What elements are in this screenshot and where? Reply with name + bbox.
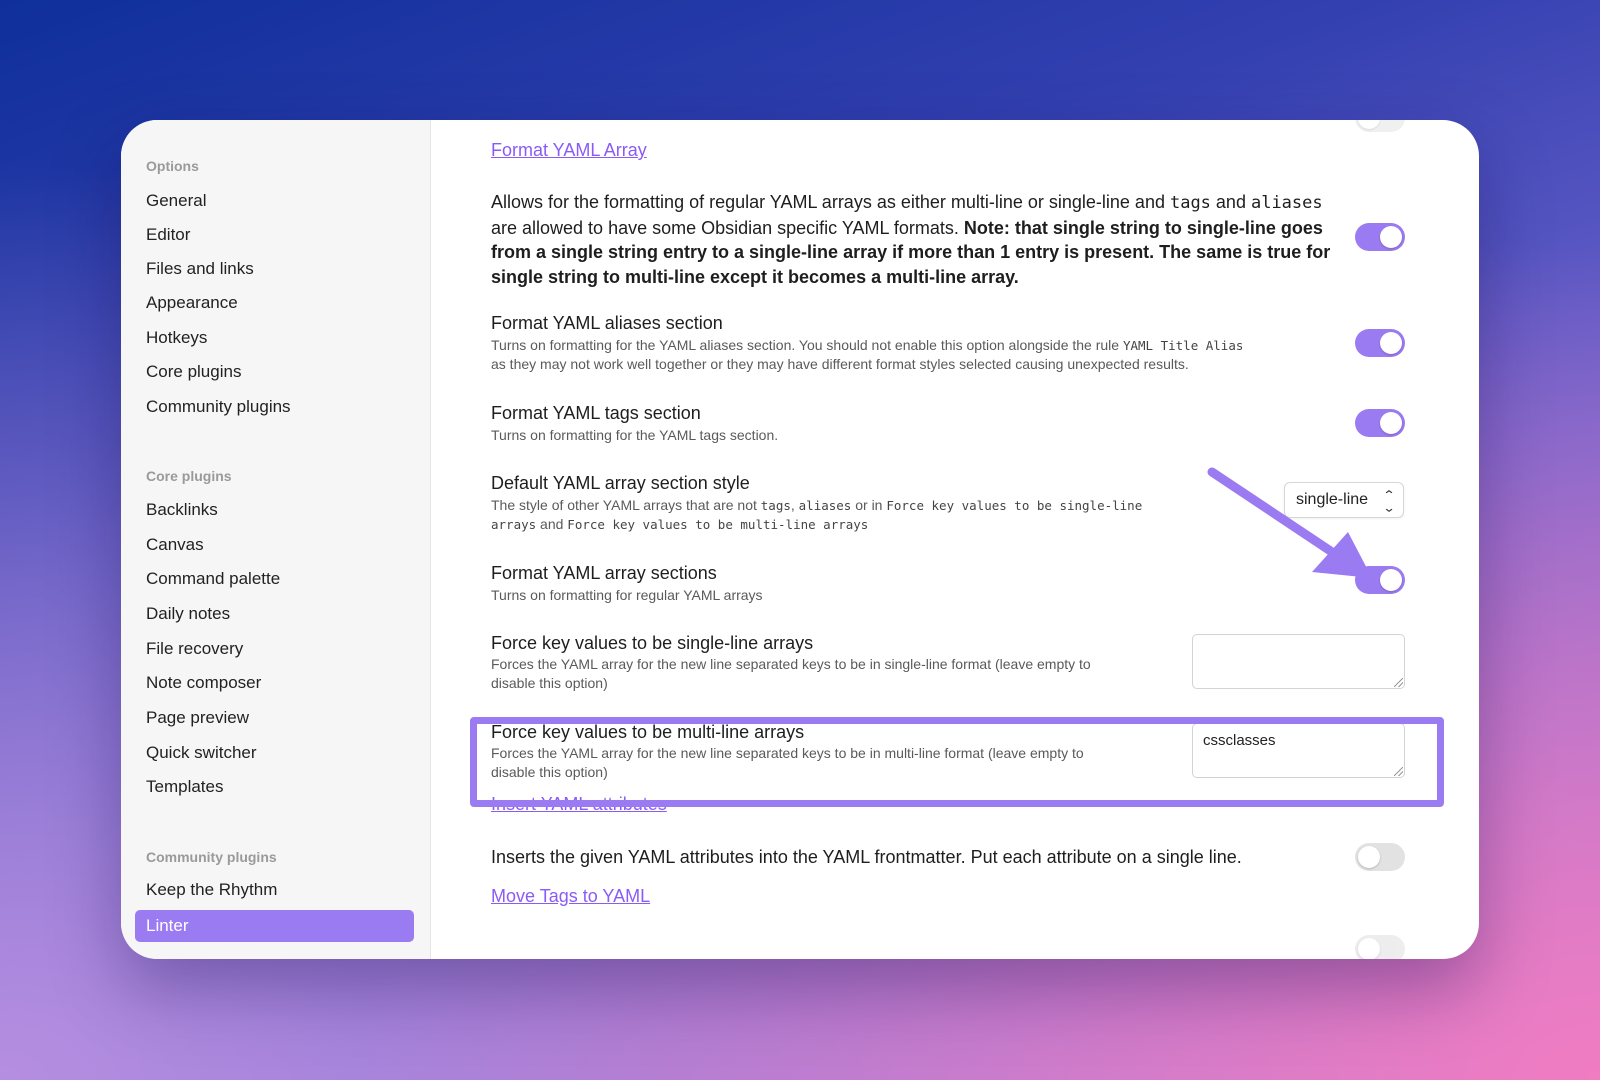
setting-desc-force-multi: Forces the YAML array for the new line s…	[491, 745, 1084, 780]
sidebar-item-hotkeys[interactable]: Hotkeys	[135, 322, 414, 354]
setting-desc-tags: Turns on formatting for the YAML tags se…	[491, 427, 779, 443]
setting-desc-array-sections: Turns on formatting for regular YAML arr…	[491, 587, 763, 603]
link-insert-yaml-attributes[interactable]: Insert YAML attributes	[491, 794, 667, 815]
settings-content: Format YAML Array Allows for the formatt…	[431, 120, 1479, 959]
input-force-single-line-keys[interactable]	[1192, 634, 1405, 689]
setting-name-aliases: Format YAML aliases section	[491, 313, 723, 333]
sidebar-item-canvas[interactable]: Canvas	[135, 529, 414, 561]
sidebar-item-file-recovery[interactable]: File recovery	[135, 633, 414, 665]
setting-desc-default-style: The style of other YAML arrays that are …	[491, 497, 1143, 532]
sidebar-section-options: Options	[146, 158, 199, 174]
sidebar-item-community-plugins[interactable]: Community plugins	[135, 391, 414, 423]
sidebar-item-files-and-links[interactable]: Files and links	[135, 253, 414, 285]
link-move-tags-to-yaml[interactable]: Move Tags to YAML	[491, 886, 650, 907]
sidebar-item-core-plugins[interactable]: Core plugins	[135, 356, 414, 388]
sidebar-item-daily-notes[interactable]: Daily notes	[135, 598, 414, 630]
sidebar-item-note-composer[interactable]: Note composer	[135, 667, 414, 699]
input-force-multi-line-keys[interactable]	[1192, 723, 1405, 778]
setting-desc-insert-attributes: Inserts the given YAML attributes into t…	[491, 847, 1242, 867]
sidebar-item-editor[interactable]: Editor	[135, 219, 414, 251]
toggle-insert-yaml-attributes[interactable]	[1355, 843, 1405, 871]
toggle-format-aliases[interactable]	[1355, 329, 1405, 357]
sidebar-item-backlinks[interactable]: Backlinks	[135, 494, 414, 526]
sidebar-item-general[interactable]: General	[135, 185, 414, 217]
dropdown-default-array-style[interactable]: single-line ⌃ ⌃	[1284, 482, 1404, 518]
toggle-previous-rule[interactable]	[1355, 120, 1405, 132]
setting-desc-aliases: Turns on formatting for the YAML aliases…	[491, 337, 1244, 372]
format-yaml-array-description: Allows for the formatting of regular YAM…	[491, 192, 1331, 287]
resize-grip-icon[interactable]	[1394, 767, 1403, 776]
sidebar-item-keep-the-rhythm[interactable]: Keep the Rhythm	[135, 874, 414, 906]
sidebar-item-templates[interactable]: Templates	[135, 771, 414, 803]
sidebar-item-appearance[interactable]: Appearance	[135, 287, 414, 319]
setting-name-force-single: Force key values to be single-line array…	[491, 633, 814, 653]
sidebar-item-command-palette[interactable]: Command palette	[135, 563, 414, 595]
toggle-move-tags[interactable]	[1355, 935, 1405, 959]
sidebar-section-core-plugins: Core plugins	[146, 468, 232, 484]
link-format-yaml-array[interactable]: Format YAML Array	[491, 140, 647, 161]
toggle-format-array-sections[interactable]	[1355, 566, 1405, 594]
toggle-format-yaml-array[interactable]	[1355, 223, 1405, 251]
settings-sidebar: Options General Editor Files and links A…	[121, 120, 431, 959]
sidebar-section-community-plugins: Community plugins	[146, 849, 277, 865]
setting-name-array-sections: Format YAML array sections	[491, 563, 717, 583]
setting-name-tags: Format YAML tags section	[491, 403, 701, 423]
setting-desc-force-single: Forces the YAML array for the new line s…	[491, 656, 1091, 691]
setting-name-default-style: Default YAML array section style	[491, 473, 750, 493]
sidebar-item-page-preview[interactable]: Page preview	[135, 702, 414, 734]
setting-name-force-multi: Force key values to be multi-line arrays	[491, 722, 805, 742]
resize-grip-icon[interactable]	[1394, 678, 1403, 687]
toggle-format-tags[interactable]	[1355, 409, 1405, 437]
sidebar-item-linter[interactable]: Linter	[135, 910, 414, 942]
settings-window: Options General Editor Files and links A…	[121, 120, 1479, 959]
chevron-updown-icon: ⌃ ⌃	[1382, 488, 1396, 514]
sidebar-item-quick-switcher[interactable]: Quick switcher	[135, 737, 414, 769]
